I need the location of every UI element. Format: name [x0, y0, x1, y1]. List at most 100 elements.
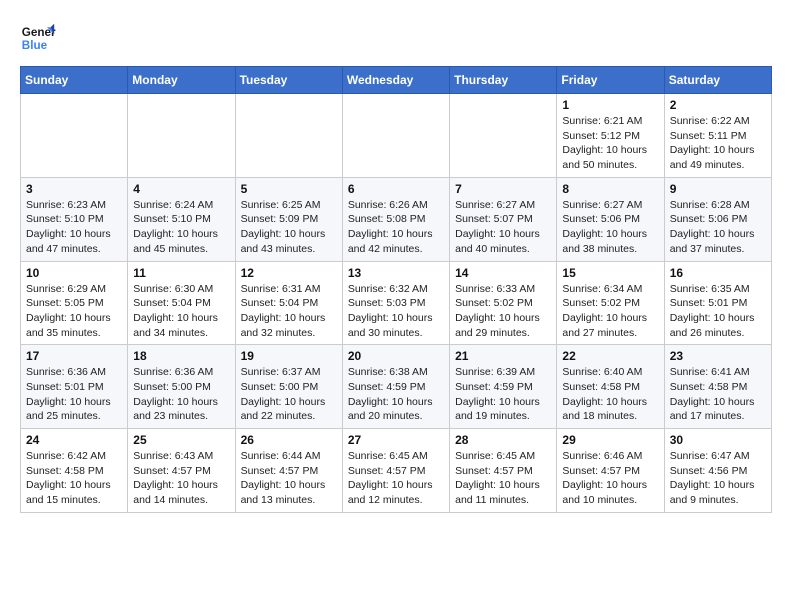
day-info: Sunrise: 6:26 AM Sunset: 5:08 PM Dayligh… — [348, 198, 444, 257]
calendar-cell: 19 Sunrise: 6:37 AM Sunset: 5:00 PM Dayli… — [235, 345, 342, 429]
calendar-cell: 2 Sunrise: 6:22 AM Sunset: 5:11 PM Daylig… — [664, 94, 771, 178]
day-number: 17 — [26, 349, 122, 363]
day-number: 10 — [26, 266, 122, 280]
day-number: 6 — [348, 182, 444, 196]
day-info: Sunrise: 6:36 AM Sunset: 5:00 PM Dayligh… — [133, 365, 229, 424]
calendar-cell: 9 Sunrise: 6:28 AM Sunset: 5:06 PM Daylig… — [664, 177, 771, 261]
calendar-week-row: 3 Sunrise: 6:23 AM Sunset: 5:10 PM Daylig… — [21, 177, 772, 261]
day-number: 26 — [241, 433, 337, 447]
calendar-cell — [450, 94, 557, 178]
day-number: 8 — [562, 182, 658, 196]
day-number: 29 — [562, 433, 658, 447]
calendar-cell: 22 Sunrise: 6:40 AM Sunset: 4:58 PM Dayli… — [557, 345, 664, 429]
day-info: Sunrise: 6:22 AM Sunset: 5:11 PM Dayligh… — [670, 114, 766, 173]
day-info: Sunrise: 6:28 AM Sunset: 5:06 PM Dayligh… — [670, 198, 766, 257]
header-thursday: Thursday — [450, 67, 557, 94]
calendar-cell: 10Sunrise: 6:29 AM Sunset: 5:05 PM Dayli… — [21, 261, 128, 345]
day-info: Sunrise: 6:41 AM Sunset: 4:58 PM Dayligh… — [670, 365, 766, 424]
day-info: Sunrise: 6:35 AM Sunset: 5:01 PM Dayligh… — [670, 282, 766, 341]
day-info: Sunrise: 6:23 AM Sunset: 5:10 PM Dayligh… — [26, 198, 122, 257]
calendar-cell: 21Sunrise: 6:39 AM Sunset: 4:59 PM Dayli… — [450, 345, 557, 429]
calendar-cell: 15 Sunrise: 6:34 AM Sunset: 5:02 PM Dayli… — [557, 261, 664, 345]
day-number: 23 — [670, 349, 766, 363]
day-info: Sunrise: 6:44 AM Sunset: 4:57 PM Dayligh… — [241, 449, 337, 508]
day-info: Sunrise: 6:21 AM Sunset: 5:12 PM Dayligh… — [562, 114, 658, 173]
day-info: Sunrise: 6:27 AM Sunset: 5:06 PM Dayligh… — [562, 198, 658, 257]
header-tuesday: Tuesday — [235, 67, 342, 94]
day-number: 18 — [133, 349, 229, 363]
calendar-cell: 26 Sunrise: 6:44 AM Sunset: 4:57 PM Dayli… — [235, 429, 342, 513]
day-info: Sunrise: 6:43 AM Sunset: 4:57 PM Dayligh… — [133, 449, 229, 508]
calendar-cell: 30 Sunrise: 6:47 AM Sunset: 4:56 PM Dayli… — [664, 429, 771, 513]
calendar-cell: 11 Sunrise: 6:30 AM Sunset: 5:04 PM Dayli… — [128, 261, 235, 345]
svg-text:Blue: Blue — [22, 39, 48, 52]
day-info: Sunrise: 6:45 AM Sunset: 4:57 PM Dayligh… — [348, 449, 444, 508]
day-number: 15 — [562, 266, 658, 280]
day-number: 24 — [26, 433, 122, 447]
day-info: Sunrise: 6:24 AM Sunset: 5:10 PM Dayligh… — [133, 198, 229, 257]
day-info: Sunrise: 6:38 AM Sunset: 4:59 PM Dayligh… — [348, 365, 444, 424]
calendar-cell: 25Sunrise: 6:43 AM Sunset: 4:57 PM Dayli… — [128, 429, 235, 513]
logo: General Blue — [20, 20, 56, 56]
day-info: Sunrise: 6:32 AM Sunset: 5:03 PM Dayligh… — [348, 282, 444, 341]
day-number: 14 — [455, 266, 551, 280]
day-number: 28 — [455, 433, 551, 447]
calendar-cell: 5 Sunrise: 6:25 AM Sunset: 5:09 PM Daylig… — [235, 177, 342, 261]
calendar-cell: 4 Sunrise: 6:24 AM Sunset: 5:10 PM Daylig… — [128, 177, 235, 261]
day-number: 3 — [26, 182, 122, 196]
day-number: 11 — [133, 266, 229, 280]
calendar-cell: 14Sunrise: 6:33 AM Sunset: 5:02 PM Dayli… — [450, 261, 557, 345]
day-number: 16 — [670, 266, 766, 280]
day-number: 7 — [455, 182, 551, 196]
calendar-week-row: 1 Sunrise: 6:21 AM Sunset: 5:12 PM Daylig… — [21, 94, 772, 178]
day-number: 19 — [241, 349, 337, 363]
calendar-cell: 6 Sunrise: 6:26 AM Sunset: 5:08 PM Daylig… — [342, 177, 449, 261]
calendar-cell: 29 Sunrise: 6:46 AM Sunset: 4:57 PM Dayli… — [557, 429, 664, 513]
header-sunday: Sunday — [21, 67, 128, 94]
day-number: 30 — [670, 433, 766, 447]
logo-icon: General Blue — [20, 20, 56, 56]
day-info: Sunrise: 6:27 AM Sunset: 5:07 PM Dayligh… — [455, 198, 551, 257]
day-info: Sunrise: 6:46 AM Sunset: 4:57 PM Dayligh… — [562, 449, 658, 508]
calendar-cell: 18 Sunrise: 6:36 AM Sunset: 5:00 PM Dayli… — [128, 345, 235, 429]
calendar-cell: 16 Sunrise: 6:35 AM Sunset: 5:01 PM Dayli… — [664, 261, 771, 345]
calendar-cell: 8 Sunrise: 6:27 AM Sunset: 5:06 PM Daylig… — [557, 177, 664, 261]
page-header: General Blue — [20, 20, 772, 56]
day-info: Sunrise: 6:34 AM Sunset: 5:02 PM Dayligh… — [562, 282, 658, 341]
calendar-cell: 20 Sunrise: 6:38 AM Sunset: 4:59 PM Dayli… — [342, 345, 449, 429]
calendar-week-row: 17 Sunrise: 6:36 AM Sunset: 5:01 PM Dayli… — [21, 345, 772, 429]
calendar-cell: 1 Sunrise: 6:21 AM Sunset: 5:12 PM Daylig… — [557, 94, 664, 178]
day-info: Sunrise: 6:30 AM Sunset: 5:04 PM Dayligh… — [133, 282, 229, 341]
calendar-cell: 7 Sunrise: 6:27 AM Sunset: 5:07 PM Daylig… — [450, 177, 557, 261]
day-info: Sunrise: 6:45 AM Sunset: 4:57 PM Dayligh… — [455, 449, 551, 508]
day-number: 27 — [348, 433, 444, 447]
calendar-week-row: 24 Sunrise: 6:42 AM Sunset: 4:58 PM Dayli… — [21, 429, 772, 513]
header-friday: Friday — [557, 67, 664, 94]
day-info: Sunrise: 6:25 AM Sunset: 5:09 PM Dayligh… — [241, 198, 337, 257]
calendar-cell: 27 Sunrise: 6:45 AM Sunset: 4:57 PM Dayli… — [342, 429, 449, 513]
day-number: 21 — [455, 349, 551, 363]
header-wednesday: Wednesday — [342, 67, 449, 94]
day-number: 2 — [670, 98, 766, 112]
day-number: 4 — [133, 182, 229, 196]
calendar-header-row: SundayMondayTuesdayWednesdayThursdayFrid… — [21, 67, 772, 94]
day-number: 12 — [241, 266, 337, 280]
header-saturday: Saturday — [664, 67, 771, 94]
day-number: 5 — [241, 182, 337, 196]
day-info: Sunrise: 6:37 AM Sunset: 5:00 PM Dayligh… — [241, 365, 337, 424]
calendar-cell: 13Sunrise: 6:32 AM Sunset: 5:03 PM Dayli… — [342, 261, 449, 345]
day-info: Sunrise: 6:47 AM Sunset: 4:56 PM Dayligh… — [670, 449, 766, 508]
day-number: 9 — [670, 182, 766, 196]
calendar-cell: 24 Sunrise: 6:42 AM Sunset: 4:58 PM Dayli… — [21, 429, 128, 513]
calendar-cell: 3 Sunrise: 6:23 AM Sunset: 5:10 PM Daylig… — [21, 177, 128, 261]
day-info: Sunrise: 6:36 AM Sunset: 5:01 PM Dayligh… — [26, 365, 122, 424]
day-number: 22 — [562, 349, 658, 363]
calendar-week-row: 10Sunrise: 6:29 AM Sunset: 5:05 PM Dayli… — [21, 261, 772, 345]
day-info: Sunrise: 6:31 AM Sunset: 5:04 PM Dayligh… — [241, 282, 337, 341]
day-info: Sunrise: 6:40 AM Sunset: 4:58 PM Dayligh… — [562, 365, 658, 424]
day-number: 1 — [562, 98, 658, 112]
calendar-cell — [235, 94, 342, 178]
calendar-cell — [128, 94, 235, 178]
day-number: 20 — [348, 349, 444, 363]
day-info: Sunrise: 6:42 AM Sunset: 4:58 PM Dayligh… — [26, 449, 122, 508]
